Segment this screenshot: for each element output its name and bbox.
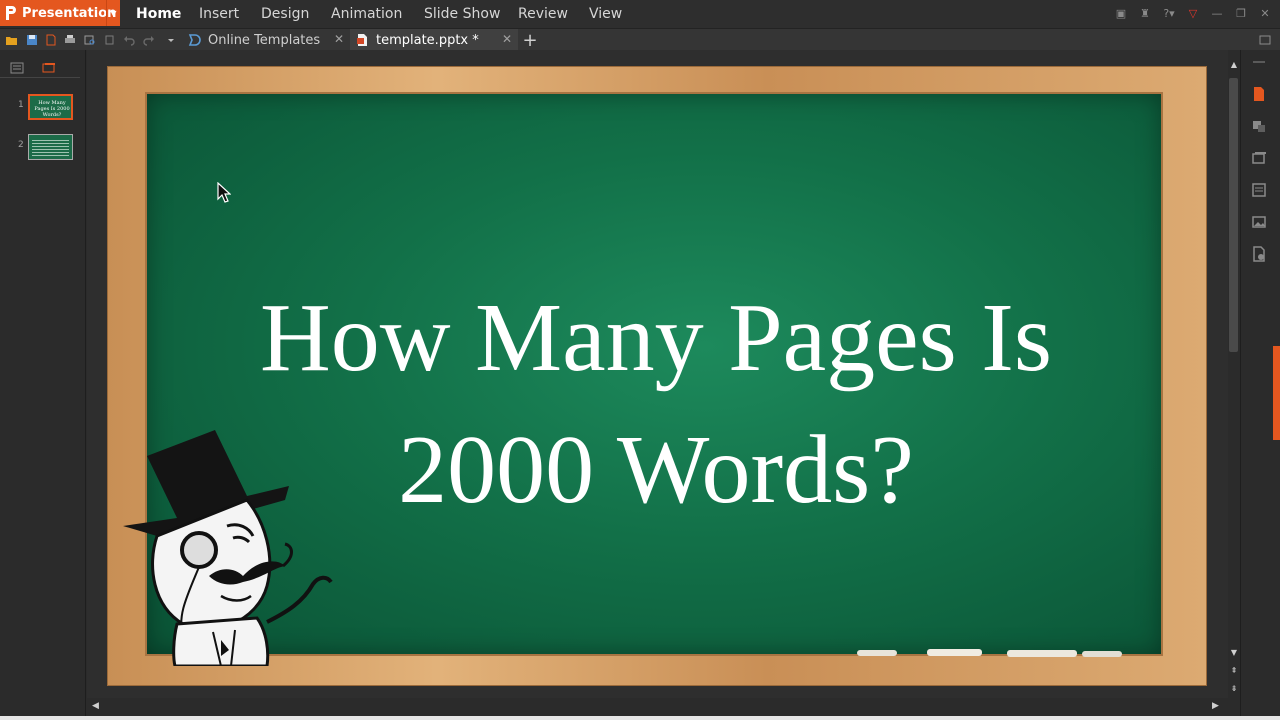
task-pane-expand-handle[interactable]: [1273, 346, 1280, 440]
customize-toolbar-icon[interactable]: [163, 32, 179, 48]
menu-review[interactable]: Review: [518, 6, 568, 22]
slide-number-2: 2: [18, 140, 24, 150]
image-pane-icon[interactable]: [1251, 214, 1267, 230]
thumbnail-panel-header: [0, 58, 80, 78]
scroll-up-icon[interactable]: ▲: [1229, 60, 1239, 70]
slides-view-icon[interactable]: [42, 62, 56, 74]
help-icon[interactable]: ?▾: [1160, 4, 1178, 22]
print-preview-icon[interactable]: [82, 32, 98, 48]
scroll-down-icon[interactable]: ▼: [1229, 648, 1239, 658]
collapse-ribbon-icon[interactable]: ▽: [1184, 4, 1202, 22]
presentation-logo-icon: [0, 0, 22, 26]
backup-document-icon[interactable]: [1251, 246, 1267, 262]
window-controls: ▣ ♜ ?▾ ▽ — ❐ ✕: [1112, 4, 1274, 22]
tab-online-templates[interactable]: Online Templates ✕: [182, 29, 350, 51]
close-tab-icon[interactable]: ✕: [502, 32, 512, 46]
redo-icon[interactable]: [141, 32, 157, 48]
next-slide-icon[interactable]: ⇟: [1229, 684, 1239, 694]
open-folder-icon[interactable]: [4, 32, 20, 48]
close-tab-icon[interactable]: ✕: [334, 32, 344, 46]
menu-bar: Presentation ▼ Home Insert Design Animat…: [0, 0, 1280, 28]
top-hat-gentleman-meme-image[interactable]: [117, 426, 337, 666]
slide-thumbnail-2-text-lines: [32, 140, 69, 156]
current-slide[interactable]: How Many Pages Is 2000 Words?: [107, 66, 1207, 686]
right-task-pane-toolbar: [1240, 50, 1280, 720]
outline-view-icon[interactable]: [10, 62, 24, 74]
menu-home[interactable]: Home: [136, 6, 181, 22]
slide-thumbnail-1-title: How Many Pages Is 2000 Words?: [34, 100, 70, 118]
slide-thumbnail-1[interactable]: How Many Pages Is 2000 Words?: [28, 94, 73, 120]
slide-number-1: 1: [18, 100, 24, 110]
pane-collapse-icon[interactable]: [1251, 54, 1267, 70]
quick-access-and-tab-bar: Online Templates ✕ template.pptx * ✕ +: [0, 28, 1280, 51]
animation-pane-icon[interactable]: [1251, 150, 1267, 166]
new-tab-plus-icon[interactable]: +: [521, 29, 539, 51]
previous-slide-icon[interactable]: ⇞: [1229, 666, 1239, 676]
slide-layout-icon[interactable]: [1251, 182, 1267, 198]
app-menu-button[interactable]: Presentation ▼: [0, 0, 120, 26]
vertical-scrollbar-thumb[interactable]: [1229, 78, 1238, 352]
vertical-scrollbar[interactable]: ▲ ▼ ⇞ ⇟: [1228, 50, 1240, 698]
close-window-icon[interactable]: ✕: [1256, 4, 1274, 22]
online-templates-icon: [186, 32, 202, 48]
scroll-left-icon[interactable]: ◀: [92, 701, 99, 711]
scroll-right-icon[interactable]: ▶: [1212, 701, 1219, 711]
menu-view[interactable]: View: [589, 6, 622, 22]
new-slide-pane-icon[interactable]: [1251, 86, 1267, 102]
shape-format-icon[interactable]: [1251, 118, 1267, 134]
menu-slide-show[interactable]: Slide Show: [424, 6, 500, 22]
slide-thumbnail-2[interactable]: [28, 134, 73, 160]
slide-editing-canvas[interactable]: How Many Pages Is 2000 Words?: [87, 50, 1228, 698]
save-icon[interactable]: [24, 32, 40, 48]
new-document-icon[interactable]: [43, 32, 59, 48]
tab-online-templates-label: Online Templates: [208, 32, 321, 48]
slide-thumbnails-panel: 1 How Many Pages Is 2000 Words? 2: [0, 50, 86, 720]
restore-icon[interactable]: ❐: [1232, 4, 1250, 22]
shirt-icon[interactable]: ♜: [1136, 4, 1154, 22]
tab-list-icon[interactable]: [1258, 33, 1272, 47]
undo-icon[interactable]: [121, 32, 137, 48]
app-menu-label: Presentation: [22, 5, 117, 21]
tab-template-pptx-label: template.pptx *: [376, 32, 479, 48]
mouse-pointer-icon: [217, 182, 231, 203]
print-icon[interactable]: [62, 32, 78, 48]
skin-icon[interactable]: ▣: [1112, 4, 1130, 22]
pptx-file-icon: [354, 32, 370, 48]
chalk-pieces-image: [857, 649, 1122, 657]
app-menu-dropdown-icon[interactable]: ▼: [106, 0, 120, 26]
format-painter-icon[interactable]: [102, 32, 118, 48]
menu-animation[interactable]: Animation: [331, 6, 402, 22]
presentation-app-window: Presentation ▼ Home Insert Design Animat…: [0, 0, 1280, 720]
status-bar: [0, 716, 1280, 720]
menu-design[interactable]: Design: [261, 6, 309, 22]
menu-insert[interactable]: Insert: [199, 6, 239, 22]
tab-template-pptx[interactable]: template.pptx * ✕: [350, 29, 518, 51]
horizontal-scrollbar[interactable]: ◀ ▶: [87, 698, 1228, 716]
minimize-icon[interactable]: —: [1208, 4, 1226, 22]
slide-title-line-1: How Many Pages Is: [259, 284, 1053, 392]
